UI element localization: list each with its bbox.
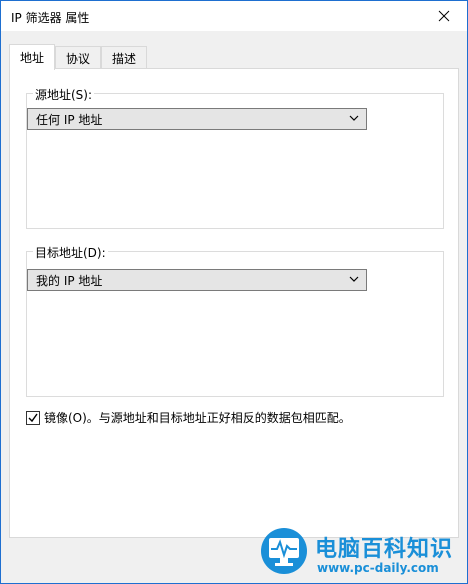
destination-address-value: 我的 IP 地址 xyxy=(36,273,103,288)
destination-address-select[interactable]: 我的 IP 地址 xyxy=(27,269,367,291)
close-icon xyxy=(438,10,450,22)
source-address-value: 任何 IP 地址 xyxy=(36,112,103,127)
destination-address-label: 目标地址(D): xyxy=(33,244,108,261)
title-bar[interactable]: IP 筛选器 属性 xyxy=(1,1,467,31)
chevron-down-icon xyxy=(349,115,359,121)
monitor-logo-icon xyxy=(261,528,307,574)
watermark-logo: 电脑百科知识 www.pc-daily.com xyxy=(257,525,467,583)
source-address-label: 源地址(S): xyxy=(33,86,95,103)
source-address-select[interactable]: 任何 IP 地址 xyxy=(27,108,367,130)
mirror-option[interactable]: 镜像(O)。与源地址和目标地址正好相反的数据包相匹配。 xyxy=(26,409,351,426)
watermark-brand: 电脑百科知识 xyxy=(315,537,454,562)
tab-protocol-label: 协议 xyxy=(66,51,91,66)
mirror-label: 镜像(O)。与源地址和目标地址正好相反的数据包相匹配。 xyxy=(44,411,351,425)
source-address-group: 源地址(S): 任何 IP 地址 xyxy=(26,86,444,229)
window-title: IP 筛选器 属性 xyxy=(11,11,90,25)
tab-strip: 地址 协议 描述 xyxy=(9,44,148,70)
checkmark-icon xyxy=(28,413,38,422)
tab-address-label: 地址 xyxy=(20,51,45,65)
address-tab-panel: 源地址(S): 任何 IP 地址 目标地址(D): 我的 IP 地址 镜像(O)… xyxy=(9,68,459,538)
tab-description-label: 描述 xyxy=(112,51,137,66)
destination-address-group: 目标地址(D): 我的 IP 地址 xyxy=(26,244,444,397)
tab-address[interactable]: 地址 xyxy=(9,44,56,70)
watermark-url: www.pc-daily.com xyxy=(317,561,439,575)
mirror-checkbox[interactable] xyxy=(26,410,40,425)
dialog-window: IP 筛选器 属性 地址 协议 描述 源地址(S): 任何 IP 地址 目标地址… xyxy=(0,0,468,584)
chevron-down-icon xyxy=(349,276,359,282)
tab-description[interactable]: 描述 xyxy=(101,46,148,69)
tab-protocol[interactable]: 协议 xyxy=(55,46,102,69)
close-button[interactable] xyxy=(421,1,467,31)
